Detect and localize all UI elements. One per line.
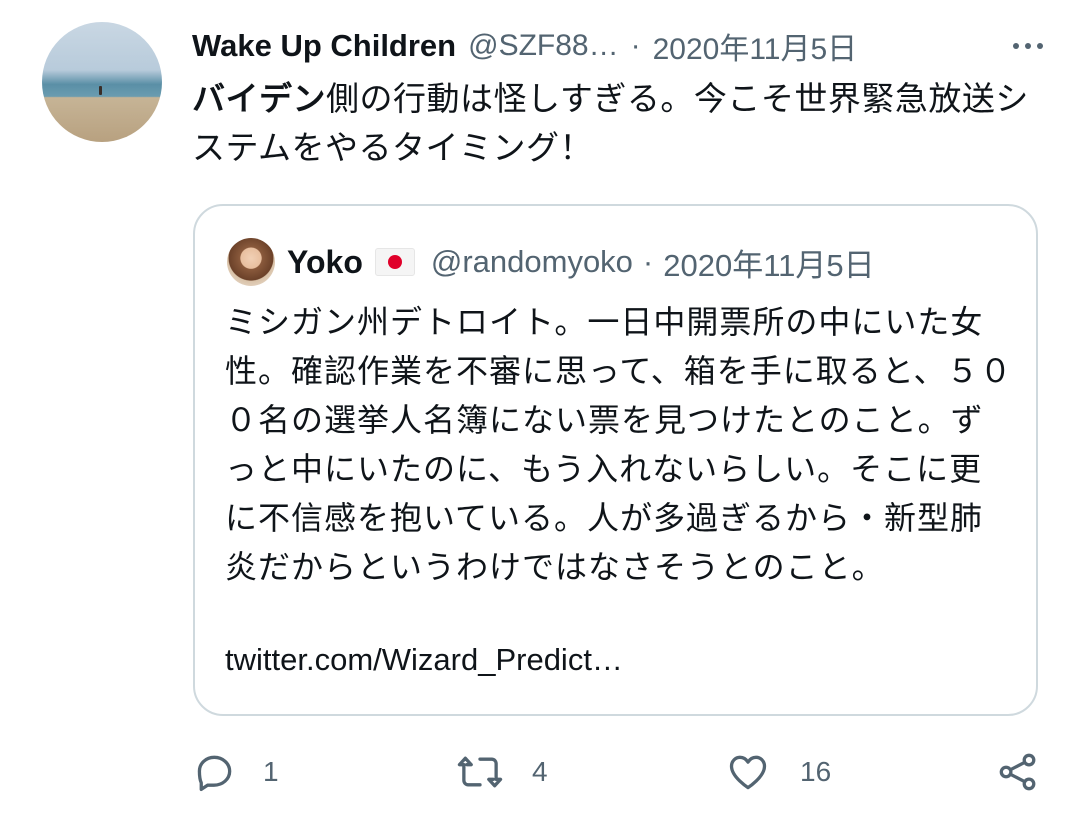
tweet-text: バイデン側の行動は怪しすぎる。今こそ世界緊急放送システムをやるタイミング！ bbox=[192, 74, 1052, 172]
meta-separator: · bbox=[630, 29, 641, 62]
share-icon bbox=[999, 753, 1036, 791]
quoted-meta-separator: · bbox=[642, 244, 654, 279]
quoted-tweet-header: Yoko @randomyoko · 2020年11月5日 bbox=[287, 236, 1016, 288]
quoted-author-avatar[interactable] bbox=[227, 238, 275, 286]
quoted-tweet-date: 2020年11月5日 bbox=[663, 247, 875, 283]
tweet-text-bold: バイデン bbox=[192, 79, 326, 118]
quoted-author-handle: @randomyoko bbox=[430, 244, 633, 279]
reply-count: 1 bbox=[263, 756, 279, 787]
retweet-icon bbox=[457, 756, 503, 788]
jp-flag-icon bbox=[374, 248, 415, 276]
tweet-header: Wake Up Children @SZF88… · 2020年11月5日 bbox=[192, 22, 1050, 70]
more-options-icon[interactable] bbox=[1006, 32, 1050, 60]
author-avatar[interactable] bbox=[42, 22, 162, 142]
reply-button[interactable]: 1 bbox=[193, 748, 279, 796]
tweet-date[interactable]: 2020年11月5日 bbox=[653, 24, 858, 68]
avatar-figure bbox=[99, 86, 102, 95]
like-count: 16 bbox=[800, 756, 832, 787]
quoted-tweet[interactable]: Yoko @randomyoko · 2020年11月5日 ミシガン州デトロイト… bbox=[193, 204, 1038, 716]
author-display-name[interactable]: Wake Up Children bbox=[192, 28, 456, 64]
retweet-button[interactable]: 4 bbox=[456, 748, 548, 796]
tweet-actions: 1 4 16 bbox=[0, 740, 1080, 804]
author-handle[interactable]: @SZF88… bbox=[468, 29, 618, 63]
share-button[interactable] bbox=[996, 748, 1040, 796]
quoted-tweet-text: ミシガン州デトロイト。一日中開票所の中にいた女性。確認作業を不審に思って、箱を手… bbox=[225, 303, 1013, 586]
quoted-tweet-link[interactable]: twitter.com/Wizard_Predict… bbox=[225, 642, 623, 678]
quoted-author-display-name: Yoko bbox=[287, 243, 363, 280]
like-button[interactable]: 16 bbox=[726, 748, 831, 796]
heart-icon bbox=[729, 755, 767, 790]
reply-icon bbox=[197, 755, 232, 792]
retweet-count: 4 bbox=[532, 756, 548, 787]
